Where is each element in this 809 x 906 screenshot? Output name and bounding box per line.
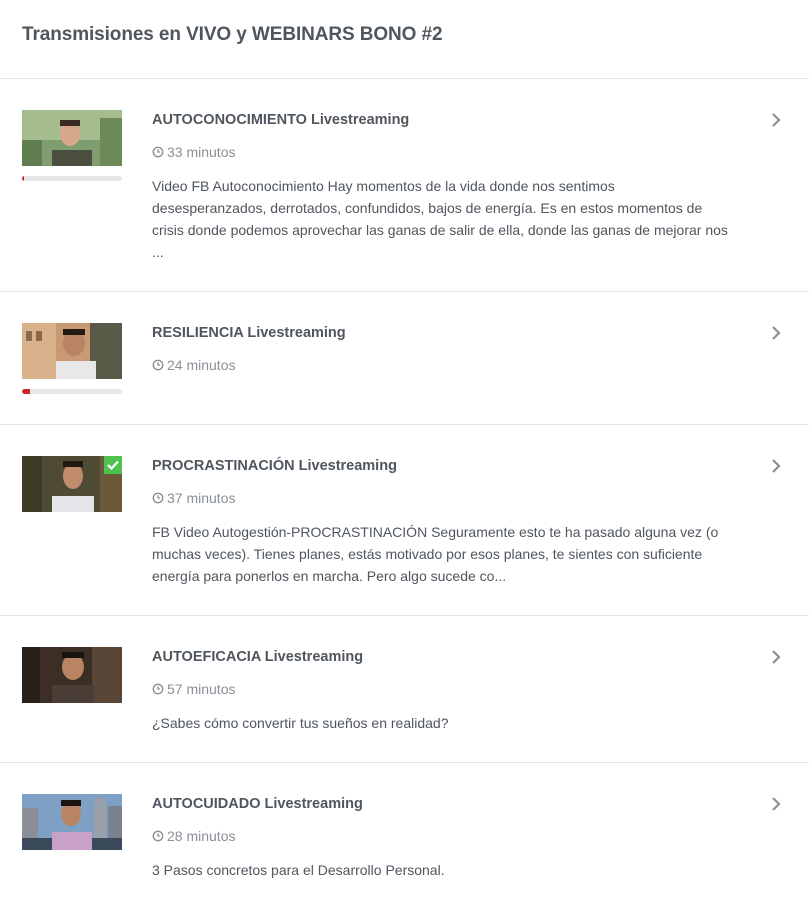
lesson-description: FB Video Autogestión-PROCRASTINACIÓN Seg…: [152, 524, 719, 584]
lesson-item[interactable]: AUTOEFICACIA Livestreaming 57 minutos ¿S…: [0, 647, 809, 737]
lesson-description: Video FB Autoconocimiento Hay momentos d…: [152, 178, 728, 260]
lesson-description: 3 Pasos concretos para el Desarrollo Per…: [152, 862, 445, 878]
lesson-progress-bar: [22, 389, 122, 394]
lesson-duration: 37 minutos: [152, 490, 235, 506]
lesson-item[interactable]: AUTOCUIDADO Livestreaming 28 minutos 3 P…: [0, 794, 809, 884]
lesson-progress-fill: [22, 176, 24, 181]
section-title: Transmisiones en VIVO y WEBINARS BONO #2: [22, 24, 443, 45]
clock-icon: [152, 146, 164, 158]
lesson-thumbnail[interactable]: [22, 323, 122, 379]
clock-icon: [152, 492, 164, 504]
lesson-duration: 57 minutos: [152, 681, 235, 697]
chevron-right-icon[interactable]: [770, 325, 782, 341]
checkmark-icon: [104, 456, 122, 474]
lesson-thumbnail[interactable]: [22, 456, 122, 512]
clock-icon: [152, 830, 164, 842]
lesson-divider: [0, 424, 809, 425]
chevron-right-icon[interactable]: [770, 458, 782, 474]
lesson-duration: 24 minutos: [152, 357, 235, 373]
lesson-title[interactable]: AUTOCUIDADO Livestreaming: [152, 796, 363, 812]
lesson-duration-text: 33 minutos: [167, 144, 236, 160]
lesson-duration-text: 28 minutos: [167, 828, 236, 844]
lesson-thumbnail[interactable]: [22, 794, 122, 850]
lesson-duration-text: 37 minutos: [167, 490, 236, 506]
clock-icon: [152, 683, 164, 695]
lesson-item[interactable]: RESILIENCIA Livestreaming 24 minutos: [0, 323, 809, 403]
chevron-right-icon[interactable]: [770, 112, 782, 128]
lesson-title[interactable]: RESILIENCIA Livestreaming: [152, 325, 346, 341]
lesson-item[interactable]: PROCRASTINACIÓN Livestreaming 37 minutos…: [0, 456, 809, 586]
lesson-thumbnail[interactable]: [22, 110, 122, 166]
lesson-divider: [0, 615, 809, 616]
top-divider: [0, 78, 809, 79]
lesson-duration: 33 minutos: [152, 144, 235, 160]
lesson-duration-text: 57 minutos: [167, 681, 236, 697]
lesson-progress-fill: [22, 389, 30, 394]
lesson-divider: [0, 762, 809, 763]
lesson-item[interactable]: AUTOCONOCIMIENTO Livestreaming 33 minuto…: [0, 110, 809, 260]
lesson-divider: [0, 291, 809, 292]
lesson-thumbnail[interactable]: [22, 647, 122, 703]
lesson-duration: 28 minutos: [152, 828, 235, 844]
lesson-duration-text: 24 minutos: [167, 357, 236, 373]
lesson-title[interactable]: AUTOEFICACIA Livestreaming: [152, 649, 363, 665]
lesson-title[interactable]: PROCRASTINACIÓN Livestreaming: [152, 458, 397, 474]
chevron-right-icon[interactable]: [770, 649, 782, 665]
clock-icon: [152, 359, 164, 371]
lesson-progress-bar: [22, 176, 122, 181]
lesson-description: ¿Sabes cómo convertir tus sueños en real…: [152, 715, 449, 731]
lesson-title[interactable]: AUTOCONOCIMIENTO Livestreaming: [152, 112, 409, 128]
chevron-right-icon[interactable]: [770, 796, 782, 812]
